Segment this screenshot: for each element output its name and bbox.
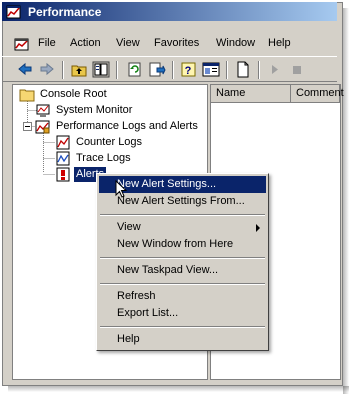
- tree-label: Trace Logs: [76, 152, 131, 164]
- toolbar-separator: [258, 61, 260, 79]
- menu-file[interactable]: File: [38, 37, 56, 49]
- mouse-cursor-icon: [115, 180, 128, 198]
- menu-action[interactable]: Action: [70, 37, 101, 49]
- toolbar-separator: [116, 61, 118, 79]
- menu-item-view[interactable]: View: [99, 219, 266, 236]
- alerts-icon: [56, 167, 70, 182]
- export-icon[interactable]: [148, 61, 166, 78]
- tree-node-performance-logs-and-alerts[interactable]: Performance Logs and Alerts: [35, 119, 205, 134]
- menu-item-refresh[interactable]: Refresh: [99, 288, 266, 305]
- tree-label: Performance Logs and Alerts: [56, 120, 198, 132]
- refresh-icon[interactable]: [126, 61, 144, 78]
- tree-label: Counter Logs: [76, 136, 143, 148]
- menu-window[interactable]: Window: [216, 37, 255, 49]
- toolbar: ?: [2, 56, 337, 82]
- show-tree-icon[interactable]: [92, 61, 110, 78]
- tree-node-counter-logs[interactable]: Counter Logs: [55, 135, 165, 150]
- new-icon[interactable]: [234, 61, 252, 78]
- menu-bar: File Action View Favorites Window Help: [2, 34, 337, 54]
- tree-label: System Monitor: [56, 104, 133, 116]
- menu-item-help[interactable]: Help: [99, 331, 266, 348]
- menu-view[interactable]: View: [116, 37, 140, 49]
- folder-icon: [19, 89, 35, 102]
- window-shadow-bottom: [8, 386, 349, 392]
- title-bar[interactable]: Performance: [2, 2, 337, 21]
- up-icon[interactable]: [70, 61, 88, 78]
- column-header-comment[interactable]: Comment: [291, 85, 344, 103]
- properties-icon[interactable]: [202, 61, 220, 78]
- trace-logs-icon: [56, 151, 70, 166]
- svg-text:?: ?: [185, 65, 192, 77]
- menu-item-label: View: [117, 221, 141, 233]
- menu-separator: [100, 326, 265, 328]
- mmc-icon[interactable]: [14, 36, 30, 52]
- menu-separator: [100, 283, 265, 285]
- tree-label: Console Root: [40, 88, 107, 100]
- toolbar-separator: [226, 61, 228, 79]
- window-shadow-right: [343, 8, 349, 394]
- menu-favorites[interactable]: Favorites: [154, 37, 199, 49]
- stop-icon[interactable]: [288, 61, 306, 78]
- column-header-name[interactable]: Name: [211, 85, 291, 103]
- submenu-arrow-icon: [256, 224, 260, 232]
- play-icon[interactable]: [266, 61, 284, 78]
- menu-item-new-taskpad-view[interactable]: New Taskpad View...: [99, 262, 266, 279]
- system-monitor-icon: [36, 104, 50, 117]
- menu-separator: [100, 214, 265, 216]
- counter-logs-icon: [56, 135, 70, 150]
- help-icon[interactable]: ?: [180, 61, 198, 78]
- forward-icon[interactable]: [38, 61, 56, 78]
- performance-logs-icon: [35, 120, 50, 134]
- tree-node-trace-logs[interactable]: Trace Logs: [55, 151, 165, 166]
- toolbar-separator: [172, 61, 174, 79]
- back-icon[interactable]: [16, 61, 34, 78]
- menu-help[interactable]: Help: [268, 37, 291, 49]
- menu-separator: [100, 257, 265, 259]
- window-title: Performance: [28, 5, 102, 19]
- tree-node-system-monitor[interactable]: System Monitor: [35, 103, 185, 118]
- tree-node-console-root[interactable]: Console Root: [19, 87, 159, 102]
- menu-item-new-window-from-here[interactable]: New Window from Here: [99, 236, 266, 253]
- menu-item-export-list[interactable]: Export List...: [99, 305, 266, 322]
- app-icon: [6, 5, 21, 19]
- toolbar-separator: [62, 61, 64, 79]
